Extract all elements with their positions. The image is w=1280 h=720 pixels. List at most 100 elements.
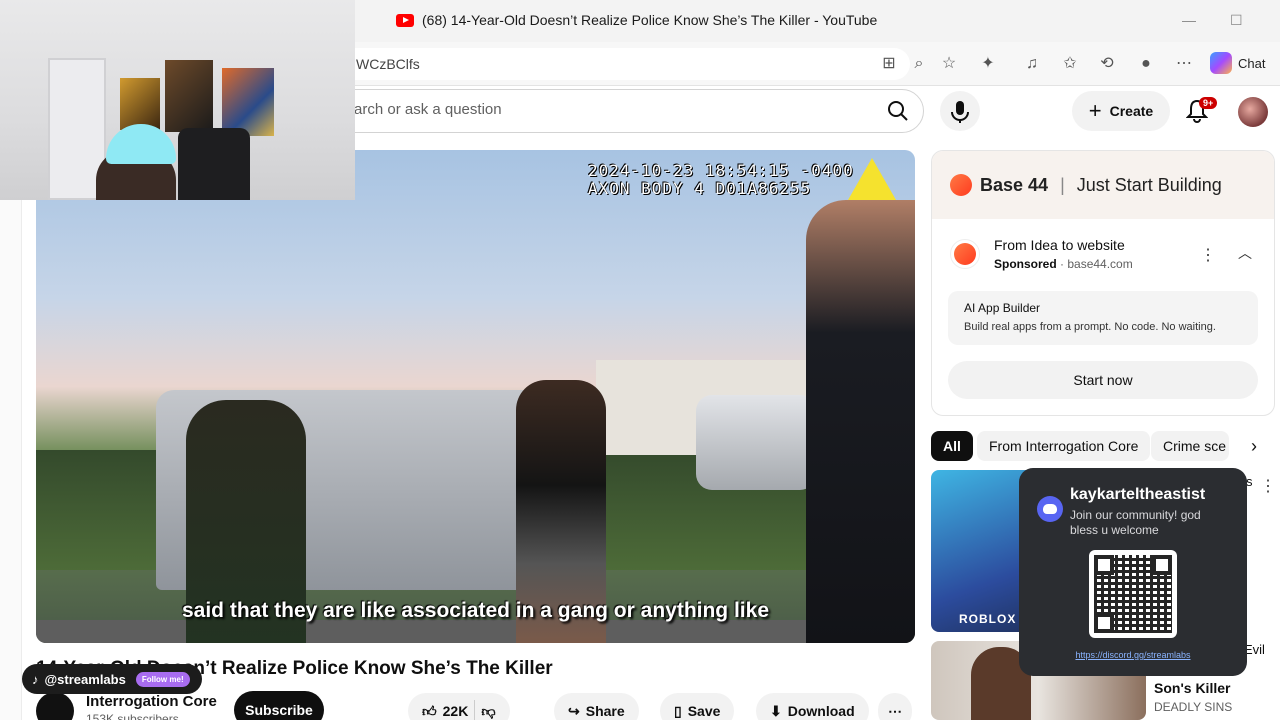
ad-sponsored-label: Sponsored bbox=[994, 257, 1057, 271]
ad-sponsored-line: Sponsored · base44.com bbox=[994, 257, 1133, 271]
tab-title: (68) 14-Year-Old Doesn’t Realize Police … bbox=[422, 12, 878, 28]
ad-box-description: Build real apps from a prompt. No code. … bbox=[964, 321, 1216, 333]
chip-crime-scene[interactable]: Crime sce bbox=[1151, 431, 1229, 461]
ad-banner[interactable]: Base 44 | Just Start Building bbox=[932, 151, 1274, 219]
download-button[interactable]: ⬇ Download bbox=[756, 693, 869, 720]
discord-invite-overlay: kaykarteltheastist Join our community! g… bbox=[1019, 468, 1247, 676]
chevron-right-icon[interactable]: › bbox=[1240, 432, 1268, 460]
sponsored-ad-card[interactable]: Base 44 | Just Start Building From Idea … bbox=[931, 150, 1275, 416]
like-button[interactable]: 👍︎ 22K bbox=[422, 703, 468, 720]
like-divider bbox=[474, 700, 476, 720]
favorites-icon[interactable]: ✩ bbox=[1060, 54, 1080, 74]
copilot-chat-button[interactable]: Chat bbox=[1210, 52, 1265, 74]
bookmark-icon: ▯ bbox=[674, 702, 682, 719]
base44-logo-icon bbox=[950, 174, 972, 196]
address-bar[interactable] bbox=[340, 48, 910, 80]
thumbnail-text: ROBLOX bbox=[959, 612, 1017, 626]
minimize-button[interactable]: — bbox=[1182, 12, 1196, 28]
share-button[interactable]: ↪ Share bbox=[554, 693, 639, 720]
save-button[interactable]: ▯ Save bbox=[660, 693, 735, 720]
thumbs-down-icon[interactable]: 👎︎ bbox=[481, 703, 495, 720]
copilot-icon bbox=[1210, 52, 1232, 74]
bodycam-device-line2: AXON BODY 4 D01A86255 bbox=[588, 179, 812, 198]
history-icon[interactable]: ⟲ bbox=[1097, 54, 1117, 74]
more-actions-button[interactable]: ⋯ bbox=[878, 693, 912, 720]
search-placeholder: arch or ask a question bbox=[354, 101, 502, 118]
create-button[interactable]: + Create bbox=[1072, 91, 1170, 131]
recommended-title-fragment-2[interactable]: Evil bbox=[1244, 642, 1265, 657]
discord-invite-link[interactable]: https://discord.gg/streamlabs bbox=[1019, 650, 1247, 660]
chat-label: Chat bbox=[1238, 55, 1266, 71]
ad-brand: Base 44 bbox=[980, 174, 1049, 195]
browser-menu-icon[interactable]: ⋯ bbox=[1174, 54, 1194, 74]
voice-search-button[interactable] bbox=[940, 91, 980, 131]
tiktok-handle: @streamlabs bbox=[44, 671, 126, 687]
webcam-overlay bbox=[0, 0, 355, 200]
cam-painting-1 bbox=[120, 78, 160, 130]
streamlabs-tiktok-overlay: ♪ @streamlabs Follow me! bbox=[22, 664, 202, 694]
browser-tab[interactable]: (68) 14-Year-Old Doesn’t Realize Police … bbox=[396, 12, 877, 28]
extensions-icon[interactable]: ✦ bbox=[978, 54, 998, 74]
share-icon: ↪ bbox=[568, 702, 580, 719]
cam-gaming-chair bbox=[178, 128, 250, 200]
cam-painting-2 bbox=[165, 60, 213, 132]
ad-separator: | bbox=[1060, 174, 1065, 195]
profile-icon[interactable]: ● bbox=[1136, 54, 1156, 74]
ad-domain: base44.com bbox=[1067, 257, 1133, 271]
notifications-badge: 9+ bbox=[1199, 97, 1218, 109]
screen: (68) 14-Year-Old Doesn’t Realize Police … bbox=[0, 0, 1280, 720]
channel-avatar[interactable] bbox=[36, 692, 74, 720]
favorite-star-icon[interactable]: ☆ bbox=[939, 54, 959, 74]
ad-start-now-button[interactable]: Start now bbox=[948, 361, 1258, 399]
thumbs-up-icon: 👍︎ bbox=[422, 702, 437, 719]
ad-headline: From Idea to website bbox=[994, 237, 1125, 253]
video-player[interactable]: 2024-10-23 18:54:15 -0400 AXON BODY 4 D0… bbox=[36, 150, 915, 643]
advertiser-logo-icon bbox=[950, 239, 980, 269]
zoom-icon[interactable]: ⌕ bbox=[909, 54, 929, 74]
create-label: Create bbox=[1109, 103, 1154, 119]
save-label: Save bbox=[687, 703, 721, 719]
tiktok-icon: ♪ bbox=[32, 671, 39, 687]
app-available-icon[interactable]: ⊞ bbox=[879, 54, 899, 74]
microphone-icon bbox=[951, 101, 969, 123]
search-icon[interactable] bbox=[886, 99, 910, 128]
maximize-button[interactable]: ☐ bbox=[1230, 12, 1243, 29]
download-label: Download bbox=[787, 703, 855, 719]
discord-username: kaykarteltheastist bbox=[1070, 486, 1206, 503]
chip-all[interactable]: All bbox=[931, 431, 973, 461]
plus-icon: + bbox=[1088, 98, 1102, 123]
ad-tagline: Just Start Building bbox=[1076, 174, 1222, 195]
account-avatar[interactable] bbox=[1238, 97, 1268, 127]
recommended-channel-2[interactable]: DEADLY SINS bbox=[1154, 700, 1232, 714]
left-sidebar-strip bbox=[0, 200, 22, 720]
ad-box-title: AI App Builder bbox=[964, 301, 1041, 315]
video-caption: said that they are like associated in a … bbox=[181, 599, 769, 622]
share-label: Share bbox=[585, 703, 625, 719]
ad-collapse-chevron-icon[interactable]: ︿ bbox=[1238, 243, 1252, 263]
chip-from-channel[interactable]: From Interrogation Core bbox=[977, 431, 1151, 461]
axon-logo-icon bbox=[848, 158, 896, 200]
ad-more-icon[interactable]: ⋮ bbox=[1200, 245, 1216, 265]
video-scene-officer-foreground bbox=[806, 200, 915, 643]
recommended-title-2[interactable]: Son's Killer bbox=[1154, 680, 1230, 696]
like-count: 22K bbox=[442, 703, 469, 719]
bodycam-timestamp: 2024-10-23 18:54:15 -0400 AXON BODY 4 D0… bbox=[588, 162, 854, 198]
bodycam-timestamp-line1: 2024-10-23 18:54:15 -0400 bbox=[588, 161, 854, 180]
address-url: WCzBClfs bbox=[356, 56, 420, 72]
recommended-more-icon[interactable]: ⋮ bbox=[1260, 476, 1276, 496]
video-scene-road bbox=[36, 620, 915, 643]
download-icon: ⬇ bbox=[770, 702, 782, 719]
follow-me-badge: Follow me! bbox=[135, 671, 190, 687]
discord-message: Join our community! god bless u welcome bbox=[1070, 508, 1201, 537]
subscribe-button[interactable]: Subscribe bbox=[234, 691, 324, 720]
qr-code-icon bbox=[1089, 550, 1177, 638]
media-control-icon[interactable]: ♫ bbox=[1022, 54, 1042, 74]
channel-subscribers: 153K subscribers bbox=[86, 712, 179, 720]
video-scene-suv bbox=[696, 395, 816, 490]
ad-detail-box: AI App Builder Build real apps from a pr… bbox=[948, 291, 1258, 345]
youtube-favicon-icon bbox=[396, 13, 414, 27]
channel-name[interactable]: Interrogation Core bbox=[86, 693, 217, 710]
discord-logo-icon bbox=[1037, 496, 1063, 522]
like-dislike-group: 👍︎ 22K 👎︎ bbox=[408, 693, 510, 720]
cam-painting-3 bbox=[222, 68, 274, 136]
